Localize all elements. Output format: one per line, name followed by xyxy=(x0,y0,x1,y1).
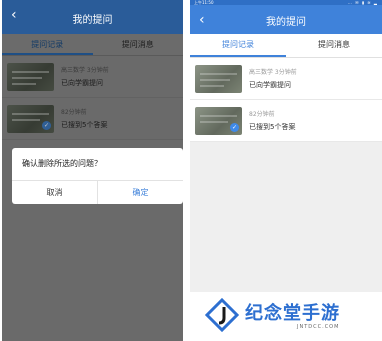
question-status: 已向学霸提问 xyxy=(249,81,291,89)
confirm-button[interactable]: 确定 xyxy=(97,181,183,204)
question-list: 高三数学 3分钟前 已向学霸提问 ✓ 82分钟前 已搜到5个答案 xyxy=(190,58,382,142)
question-thumbnail: ✓ xyxy=(7,105,54,133)
tab-question-records[interactable]: 提问记录 xyxy=(190,34,286,57)
dialog-message: 确认删除所选的问题？ xyxy=(22,159,102,168)
question-thumbnail xyxy=(7,63,54,91)
tab-indicator xyxy=(2,53,93,55)
question-status: 已向学霸提问 xyxy=(61,79,103,87)
check-icon[interactable]: ✓ xyxy=(42,121,51,130)
dialog-buttons: 取消 确定 xyxy=(12,180,183,204)
check-icon[interactable]: ✓ xyxy=(230,123,239,132)
question-status: 已搜到5个答案 xyxy=(61,121,108,129)
app-header: ‹ 我的提问 xyxy=(2,0,183,34)
page-title: 我的提问 xyxy=(72,15,113,26)
question-meta: 高三数学 3分钟前 xyxy=(249,69,297,76)
watermark: 纪念堂手游 JNTDCC.COM xyxy=(205,296,377,336)
question-status: 已搜到5个答案 xyxy=(249,123,296,131)
app-header: ‹ 我的提问 xyxy=(190,5,382,34)
question-meta: 82分钟前 xyxy=(61,109,87,116)
right-screen: 上午11:50 … ✉ ▮ ≋ ▂ ‹ 我的提问 提问记录 提问消息 高三数学 … xyxy=(190,0,382,341)
question-meta: 高三数学 3分钟前 xyxy=(61,67,109,74)
cancel-button[interactable]: 取消 xyxy=(12,181,97,204)
question-thumbnail xyxy=(195,65,242,93)
page-title: 我的提问 xyxy=(266,17,306,28)
tab-question-records[interactable]: 提问记录 xyxy=(2,34,93,55)
watermark-name: 纪念堂手游 xyxy=(245,303,340,324)
list-item[interactable]: 高三数学 3分钟前 已向学霸提问 xyxy=(2,56,183,98)
left-screen: ‹ 我的提问 提问记录 提问消息 高三数学 3分钟前 已向学霸提问 ✓ 82分钟… xyxy=(2,0,183,341)
tab-bar: 提问记录 提问消息 xyxy=(190,34,382,58)
tab-question-messages[interactable]: 提问消息 xyxy=(93,34,184,55)
question-list: 高三数学 3分钟前 已向学霸提问 ✓ 82分钟前 已搜到5个答案 xyxy=(2,56,183,140)
list-item[interactable]: 高三数学 3分钟前 已向学霸提问 xyxy=(190,58,382,100)
tab-question-messages[interactable]: 提问消息 xyxy=(286,34,382,57)
tab-indicator xyxy=(190,55,286,57)
list-item[interactable]: ✓ 82分钟前 已搜到5个答案 xyxy=(190,100,382,142)
list-item[interactable]: ✓ 82分钟前 已搜到5个答案 xyxy=(2,98,183,140)
tab-bar: 提问记录 提问消息 xyxy=(2,34,183,56)
site-logo-icon xyxy=(205,298,239,332)
watermark-domain: JNTDCC.COM xyxy=(297,324,340,330)
question-meta: 82分钟前 xyxy=(249,111,275,118)
question-thumbnail: ✓ xyxy=(195,107,242,135)
confirm-delete-dialog: 确认删除所选的问题？ 取消 确定 xyxy=(12,148,183,204)
